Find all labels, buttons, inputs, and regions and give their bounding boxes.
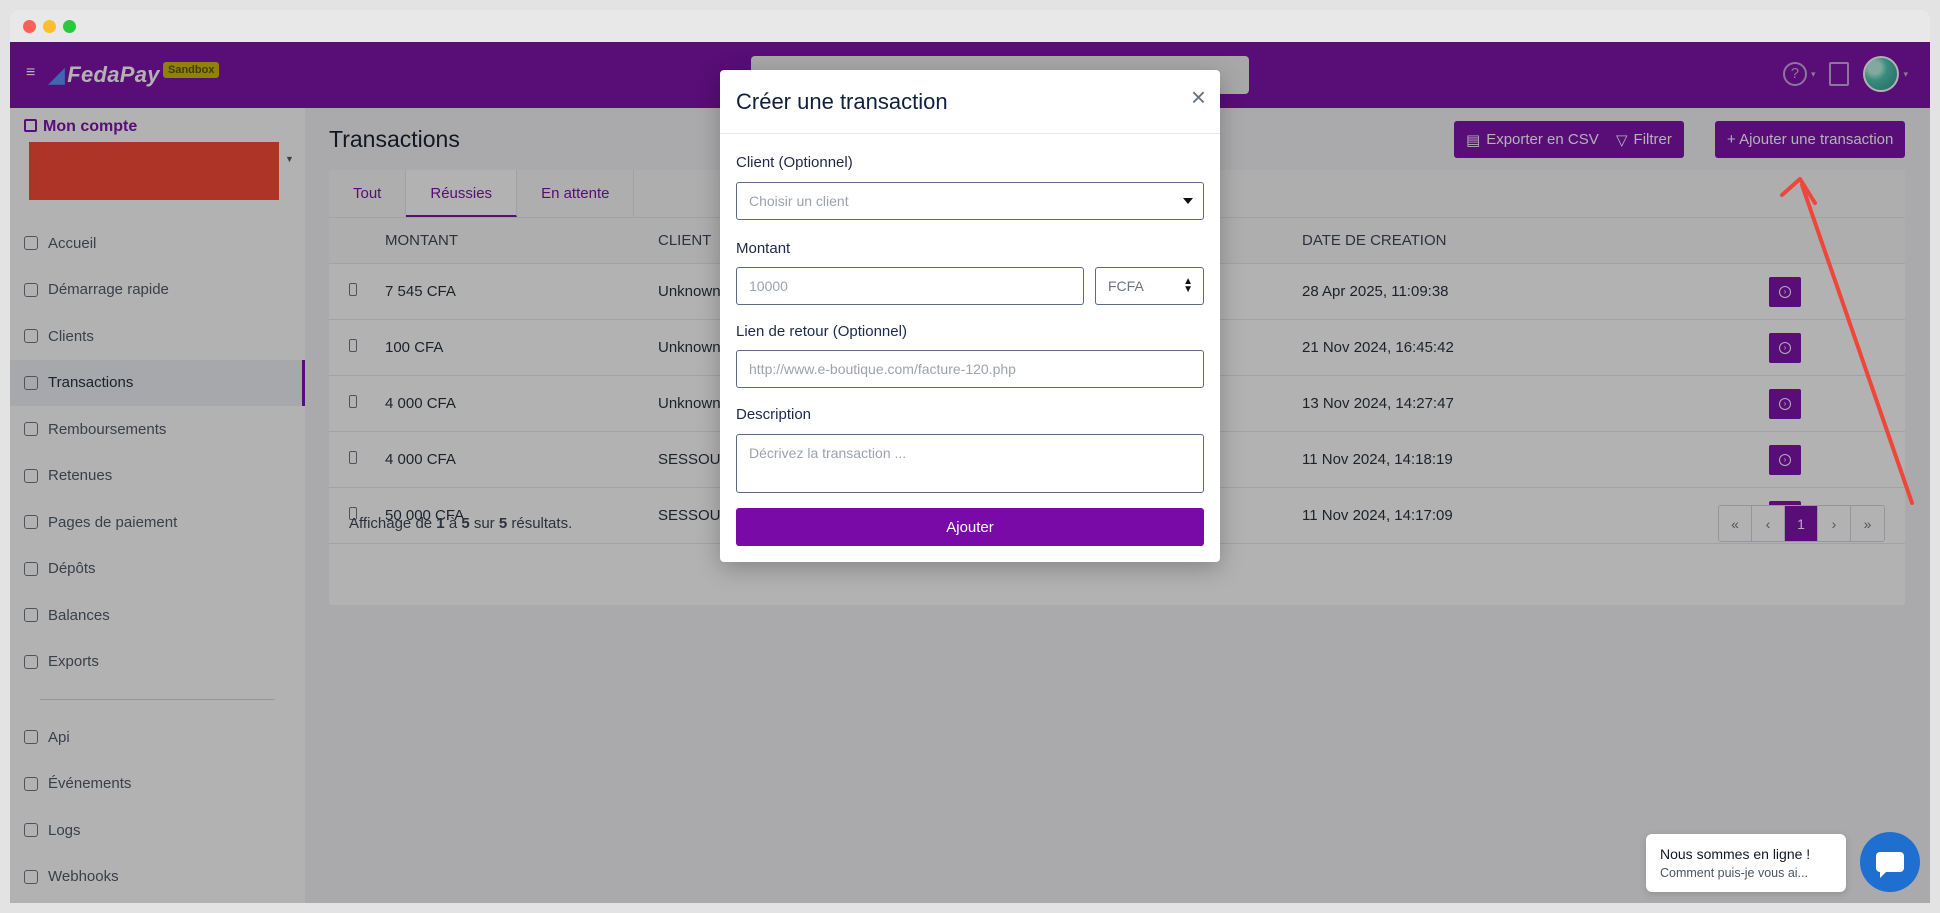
chevron-down-icon — [1183, 198, 1193, 204]
create-transaction-modal: Créer une transaction × Client (Optionne… — [720, 70, 1220, 562]
description-textarea[interactable]: Décrivez la transaction ... — [736, 434, 1204, 493]
sort-icon: ▲ ▼ — [1183, 276, 1193, 295]
annotation-arrow — [1780, 177, 1914, 505]
chat-icon — [1876, 852, 1904, 878]
maximize-window-button[interactable] — [63, 20, 76, 33]
add-button[interactable]: Ajouter — [736, 508, 1204, 546]
modal-header: Créer une transaction × — [720, 70, 1220, 134]
chat-launcher-button[interactable] — [1860, 832, 1920, 892]
chat-title: Nous sommes en ligne ! — [1660, 846, 1811, 862]
chat-popup[interactable]: Nous sommes en ligne ! Comment puis-je v… — [1646, 834, 1846, 892]
minimize-window-button[interactable] — [43, 20, 56, 33]
currency-select[interactable]: FCFA ▲ ▼ — [1095, 267, 1204, 305]
amount-label: Montant — [736, 240, 791, 257]
description-label: Description — [736, 406, 812, 423]
chat-subtitle: Comment puis-je vous ai... — [1660, 866, 1808, 880]
client-label: Client (Optionnel) — [736, 154, 853, 171]
close-icon[interactable]: × — [1191, 84, 1206, 110]
modal-title: Créer une transaction — [736, 89, 948, 114]
client-select[interactable]: Choisir un client — [736, 182, 1204, 220]
return-url-input[interactable]: http://www.e-boutique.com/facture-120.ph… — [736, 350, 1204, 388]
amount-input[interactable]: 10000 — [736, 267, 1084, 305]
window-titlebar — [10, 10, 1930, 42]
close-window-button[interactable] — [23, 20, 36, 33]
return-url-label: Lien de retour (Optionnel) — [736, 323, 907, 340]
